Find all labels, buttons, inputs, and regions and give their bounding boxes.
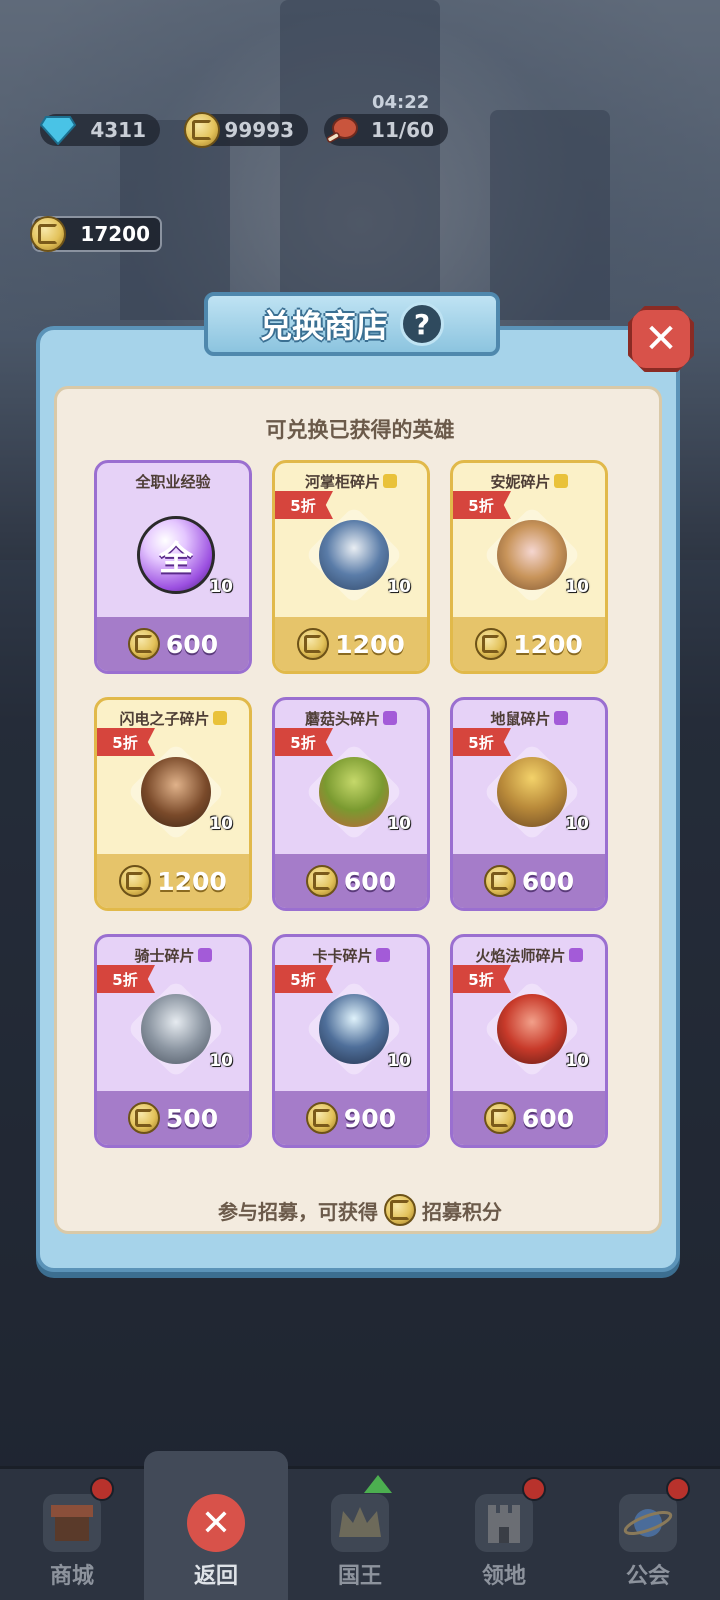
- item-quantity: 10: [209, 1051, 233, 1071]
- item-name: 地鼠碎片: [453, 708, 605, 729]
- item-quantity: 10: [387, 1051, 411, 1071]
- nav-shop-label: 商城: [49, 1564, 94, 1589]
- planet-icon: [619, 1494, 677, 1552]
- shop-item-annie[interactable]: 安妮碎片 5折 10 1200: [450, 460, 608, 674]
- stamina-timer: 04:22: [372, 92, 430, 113]
- nav-king[interactable]: 国王: [288, 1469, 432, 1600]
- item-name: 蘑菇头碎片: [275, 708, 427, 729]
- nav-guild[interactable]: 公会: [576, 1469, 720, 1600]
- item-name: 卡卡碎片: [275, 945, 427, 966]
- price-button[interactable]: 1200: [97, 854, 249, 908]
- shop-item-knight[interactable]: 骑士碎片 5折 10 500: [94, 934, 252, 1148]
- item-quantity: 10: [565, 1051, 589, 1071]
- recruit-point-icon: [384, 1194, 416, 1226]
- item-quantity: 10: [565, 577, 589, 597]
- nav-territory-label: 领地: [481, 1564, 526, 1589]
- puzzle-icon: [383, 711, 397, 725]
- bottom-nav: 商城 ✕ 返回 国王 领地 公会: [0, 1451, 720, 1600]
- price-button[interactable]: 600: [97, 617, 249, 671]
- item-quantity: 10: [209, 577, 233, 597]
- nav-guild-label: 公会: [625, 1564, 670, 1589]
- exp-orb: 全: [137, 516, 215, 594]
- price-button[interactable]: 600: [275, 854, 427, 908]
- nav-back-label: 返回: [193, 1564, 238, 1589]
- stamina-count: 11/60: [371, 118, 434, 142]
- nav-back[interactable]: ✕ 返回: [144, 1451, 288, 1600]
- close-icon: ✕: [187, 1494, 245, 1552]
- recruit-hint: 参与招募，可获得 招募积分: [0, 1194, 720, 1226]
- price-button[interactable]: 1200: [275, 617, 427, 671]
- shop-item-gopher[interactable]: 地鼠碎片 5折 10 600: [450, 697, 608, 911]
- recruit-point-icon: [475, 628, 508, 660]
- price-button[interactable]: 1200: [453, 617, 605, 671]
- recruit-point-icon: [305, 865, 338, 897]
- recruit-hint-prefix: 参与招募，可获得: [218, 1199, 378, 1224]
- price-button[interactable]: 900: [275, 1091, 427, 1145]
- shop-item-fire-mage[interactable]: 火焰法师碎片 5折 10 600: [450, 934, 608, 1148]
- puzzle-icon: [375, 948, 390, 962]
- recruit-point-icon: [305, 1102, 338, 1134]
- item-name: 骑士碎片: [97, 945, 249, 966]
- recruit-hint-suffix: 招募积分: [422, 1199, 502, 1224]
- item-quantity: 10: [387, 814, 411, 834]
- price-button[interactable]: 600: [453, 854, 605, 908]
- item-quantity: 10: [565, 814, 589, 834]
- shop-subtitle: 可兑换已获得的英雄: [265, 418, 455, 442]
- gold-counter: 99993: [184, 112, 308, 148]
- puzzle-icon: [383, 474, 397, 488]
- recruit-point-icon: [127, 628, 160, 660]
- shop-item-he-zhanggui[interactable]: 河掌柜碎片 5折 10 1200: [272, 460, 430, 674]
- shop-item-kaka[interactable]: 卡卡碎片 5折 10 900: [272, 934, 430, 1148]
- gold-coin-icon: [180, 108, 224, 152]
- castle-icon: [475, 1494, 533, 1552]
- nav-shop[interactable]: 商城: [0, 1469, 144, 1600]
- recruit-point-icon: [127, 1102, 160, 1134]
- gold-count: 99993: [224, 118, 294, 142]
- item-name: 安妮碎片: [453, 471, 605, 492]
- crown-icon: [331, 1494, 389, 1552]
- shop-item-mushroom-head[interactable]: 蘑菇头碎片 5折 10 600: [272, 697, 430, 911]
- item-name: 全职业经验: [135, 473, 211, 491]
- notification-dot: [666, 1477, 690, 1501]
- close-button[interactable]: ✕: [628, 306, 694, 372]
- nav-territory[interactable]: 领地: [432, 1469, 576, 1600]
- modal-title: 兑换商店: [259, 307, 388, 345]
- modal-title-ribbon: 兑换商店 ?: [204, 292, 500, 356]
- gem-icon: [36, 108, 80, 152]
- item-name: 闪电之子碎片: [97, 708, 249, 729]
- recruit-point-icon: [483, 865, 516, 897]
- recruit-points-value: 17200: [80, 222, 150, 246]
- puzzle-icon: [553, 711, 568, 725]
- puzzle-icon: [568, 948, 583, 962]
- recruit-points-counter: 17200: [30, 216, 162, 252]
- recruit-point-icon: [30, 216, 66, 252]
- price-button[interactable]: 600: [453, 1091, 605, 1145]
- item-quantity: 10: [209, 814, 233, 834]
- recruit-point-icon: [297, 628, 330, 660]
- shop-stall-icon: [43, 1494, 101, 1552]
- puzzle-icon: [197, 948, 212, 962]
- shop-item-all-class-exp[interactable]: 全职业经验 全 10 600: [94, 460, 252, 674]
- close-icon: ✕: [644, 316, 678, 362]
- shop-item-lightning-son[interactable]: 闪电之子碎片 5折 10 1200: [94, 697, 252, 911]
- puzzle-icon: [553, 474, 568, 488]
- question-icon[interactable]: ?: [400, 302, 444, 346]
- stamina-counter: 11/60: [324, 114, 448, 146]
- item-name: 火焰法师碎片: [453, 945, 605, 966]
- price-button[interactable]: 500: [97, 1091, 249, 1145]
- item-name: 河掌柜碎片: [275, 471, 427, 492]
- nav-king-label: 国王: [337, 1564, 382, 1589]
- notification-dot: [90, 1477, 114, 1501]
- notification-dot: [522, 1477, 546, 1501]
- gem-counter: 4311: [40, 114, 160, 146]
- upgrade-arrow-icon: [364, 1475, 392, 1493]
- recruit-point-icon: [483, 1102, 516, 1134]
- meat-icon: [320, 108, 364, 152]
- puzzle-icon: [212, 711, 227, 725]
- gem-count: 4311: [90, 118, 146, 142]
- item-quantity: 10: [387, 577, 411, 597]
- recruit-point-icon: [119, 865, 152, 897]
